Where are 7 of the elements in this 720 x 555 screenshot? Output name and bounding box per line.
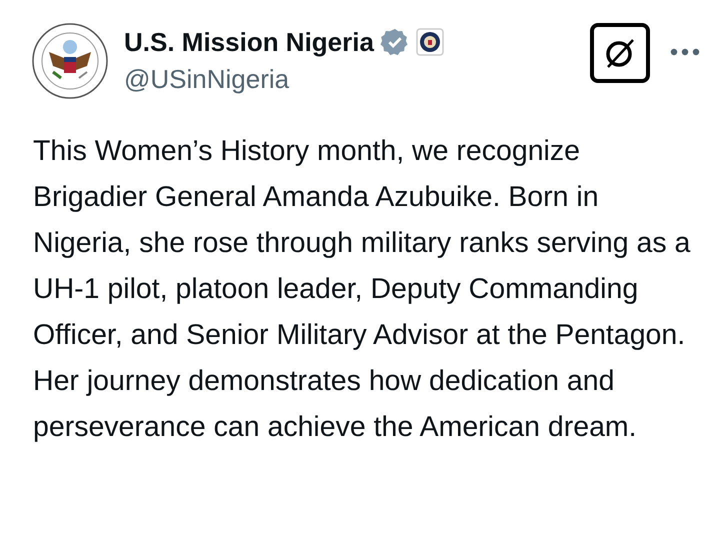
account-name[interactable]: U.S. Mission Nigeria xyxy=(124,22,374,62)
post-text: This Women’s History month, we recognize Brigadier General Amanda Azubuike. Born in Nigeria, she rose through military ranks serving as a UH-1 pilot, platoon leader, Deputy Commanding Officer, and Senior Military Advisor at the Pentagon. Her journey demonstrates how dedication and perseverance can achieve the American dream. xyxy=(33,134,692,445)
seal-logo-icon[interactable] xyxy=(31,22,109,100)
grok-button[interactable] xyxy=(590,23,650,83)
affiliate-seal-icon[interactable] xyxy=(416,28,444,56)
more-options-icon[interactable] xyxy=(670,48,700,56)
account-handle[interactable]: @USinNigeria xyxy=(124,62,444,96)
